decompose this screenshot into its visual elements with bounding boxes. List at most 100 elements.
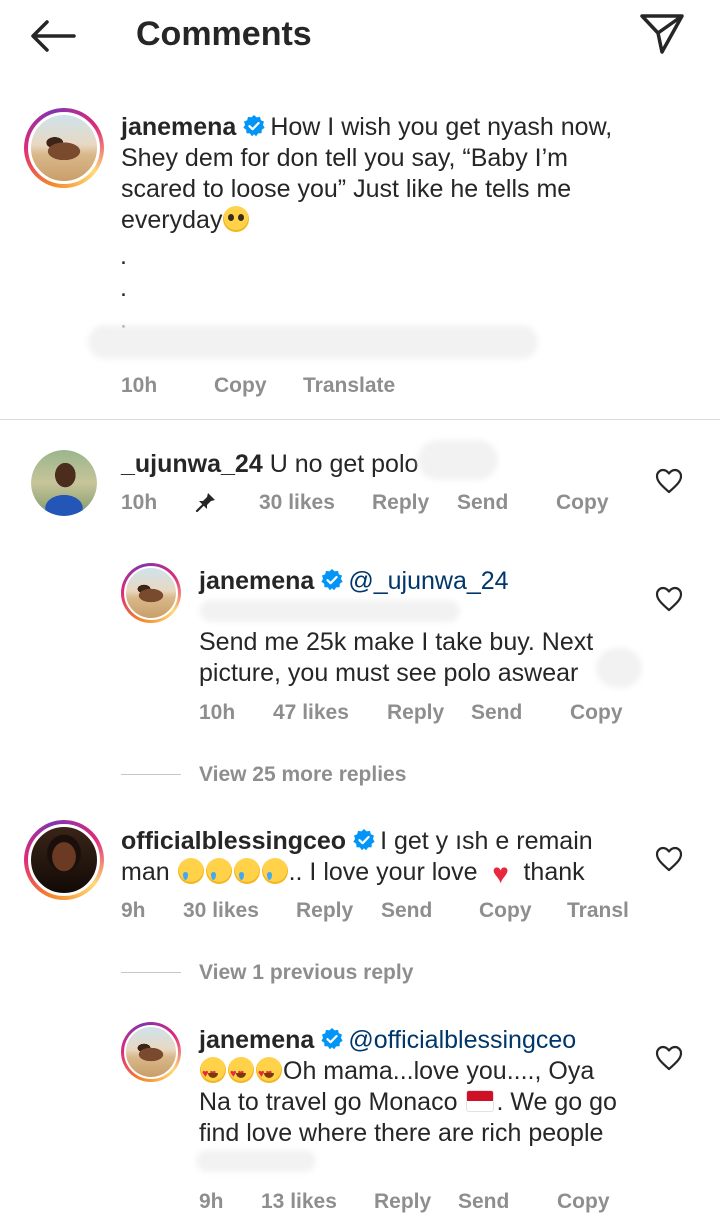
reply-avatar-janemena[interactable] xyxy=(121,563,181,623)
verified-badge-icon xyxy=(243,115,265,137)
caption-text: janemena How I wish you get nyash now, Sh… xyxy=(121,112,701,236)
arrow-left-icon xyxy=(31,20,76,52)
crying-face-emoji xyxy=(233,858,260,884)
blurred-region xyxy=(596,648,642,688)
crying-face-emoji xyxy=(261,858,288,884)
translate-button[interactable]: Transl xyxy=(567,897,629,925)
reply-line2: picture, you must see polo aswear xyxy=(199,659,579,687)
caption-line4: everyday xyxy=(121,206,223,234)
red-heart-emoji: ♥ xyxy=(492,858,509,889)
caption-translate-button[interactable]: Translate xyxy=(303,372,395,400)
reply-time: 10h xyxy=(199,701,236,724)
reply-mention-link[interactable]: @_ujunwa_24 xyxy=(348,567,508,595)
heart-outline-icon[interactable] xyxy=(655,586,683,612)
view-more-replies-button[interactable]: View 25 more replies xyxy=(199,761,406,789)
pleading-face-emoji xyxy=(223,206,250,232)
reply-username[interactable]: janemena xyxy=(199,1026,314,1054)
blurred-region xyxy=(200,600,460,622)
heart-outline-icon[interactable] xyxy=(655,846,683,872)
comment-username[interactable]: officialblessingceo xyxy=(121,827,346,855)
comment-avatar-ujunwa[interactable] xyxy=(31,450,97,516)
caption-time: 10h xyxy=(121,374,158,397)
blurred-region xyxy=(418,440,498,480)
reply-meta: 10h 47 likes Reply Send Copy xyxy=(199,699,639,727)
comment-time: 10h xyxy=(121,491,158,514)
caption-avatar[interactable] xyxy=(24,108,104,188)
heart-eyes-emoji xyxy=(228,1057,254,1090)
caption-meta: 10h Copy Translate xyxy=(121,372,681,400)
comment-username[interactable]: _ujunwa_24 xyxy=(121,450,263,478)
comment-line2-c: thank xyxy=(523,858,585,886)
reply-likes[interactable]: 47 likes xyxy=(273,699,349,727)
comment-line2-a: man xyxy=(121,858,170,886)
send-button[interactable]: Send xyxy=(471,699,522,727)
header-bar: Comments xyxy=(0,0,720,72)
caption-dot-2: . xyxy=(120,274,127,302)
reply-line1: Send me 25k make I take buy. Next xyxy=(199,628,594,656)
comment-line1: I get y ısh e remain xyxy=(380,827,593,855)
caption-line1: How I wish you get nyash now, xyxy=(270,113,613,141)
verified-badge-icon xyxy=(321,569,343,591)
avatar-image xyxy=(28,112,100,184)
send-button[interactable]: Send xyxy=(381,897,432,925)
reply-username[interactable]: janemena xyxy=(199,567,314,595)
comment-body: U no get polo xyxy=(269,450,419,478)
avatar-image xyxy=(28,824,100,896)
comment-likes[interactable]: 30 likes xyxy=(259,489,335,517)
comment-line2-b: .. I love your love xyxy=(288,858,478,886)
reply-line2-a: Na to travel go Monaco xyxy=(199,1088,458,1116)
comment-meta: 9h 30 likes Reply Send Copy Transl xyxy=(121,897,641,925)
pin-icon xyxy=(195,493,215,513)
caption-line2: Shey dem for don tell you say, “Baby I’m xyxy=(121,144,568,172)
reply-mention-link[interactable]: @officialblessingceo xyxy=(348,1026,576,1054)
share-button[interactable] xyxy=(634,8,690,60)
verified-badge-icon xyxy=(321,1028,343,1050)
comment-text: officialblessingceo I get y ısh e remain … xyxy=(121,826,641,888)
reply-likes[interactable]: 13 likes xyxy=(261,1188,337,1216)
view-previous-reply-button[interactable]: View 1 previous reply xyxy=(199,959,413,987)
verified-badge-icon xyxy=(353,829,375,851)
paper-plane-icon xyxy=(640,14,684,54)
reply-meta: 9h 13 likes Reply Send Copy xyxy=(199,1188,649,1216)
reply-line3: find love where there are rich people xyxy=(199,1119,604,1147)
heart-eyes-emoji xyxy=(256,1057,282,1090)
caption-username[interactable]: janemena xyxy=(121,113,236,141)
view-replies-line xyxy=(121,774,181,775)
caption-copy-button[interactable]: Copy xyxy=(214,372,267,400)
caption-line3: scared to loose you” Just like he tells … xyxy=(121,175,572,203)
avatar-image xyxy=(124,1025,178,1079)
heart-eyes-emoji xyxy=(200,1057,226,1090)
copy-button[interactable]: Copy xyxy=(557,1188,610,1216)
reply-body: Send me 25k make I take buy. Next pictur… xyxy=(199,627,639,689)
crying-face-emoji xyxy=(205,858,232,884)
view-replies-line xyxy=(121,972,181,973)
comment-avatar-officialblessingceo[interactable] xyxy=(24,820,104,900)
reply-line2-b: . We go go xyxy=(496,1088,617,1116)
back-button[interactable] xyxy=(24,12,80,60)
reply-line1: Oh mama...love you...., Oya xyxy=(283,1057,595,1085)
reply-button[interactable]: Reply xyxy=(296,897,353,925)
reply-button[interactable]: Reply xyxy=(387,699,444,727)
comment-time: 9h xyxy=(121,899,146,922)
reply-avatar-janemena[interactable] xyxy=(121,1022,181,1082)
monaco-flag-emoji xyxy=(466,1090,495,1112)
reply-button[interactable]: Reply xyxy=(372,489,429,517)
heart-outline-icon[interactable] xyxy=(655,1045,683,1071)
reply-time: 9h xyxy=(199,1190,224,1213)
copy-button[interactable]: Copy xyxy=(570,699,623,727)
blurred-region xyxy=(196,1150,316,1172)
avatar-image xyxy=(31,450,97,516)
comment-likes[interactable]: 30 likes xyxy=(183,897,259,925)
avatar-image xyxy=(124,566,178,620)
heart-outline-icon[interactable] xyxy=(655,468,683,494)
send-button[interactable]: Send xyxy=(458,1188,509,1216)
comment-meta: 10h 30 likes Reply Send Copy xyxy=(121,489,641,517)
copy-button[interactable]: Copy xyxy=(479,897,532,925)
reply-button[interactable]: Reply xyxy=(374,1188,431,1216)
reply-text: janemena @officialblessingceo Oh mama...l… xyxy=(199,1025,649,1149)
blurred-region xyxy=(88,325,538,359)
caption-dot-1: . xyxy=(120,242,127,270)
send-button[interactable]: Send xyxy=(457,489,508,517)
copy-button[interactable]: Copy xyxy=(556,489,609,517)
crying-face-emoji xyxy=(177,858,204,884)
